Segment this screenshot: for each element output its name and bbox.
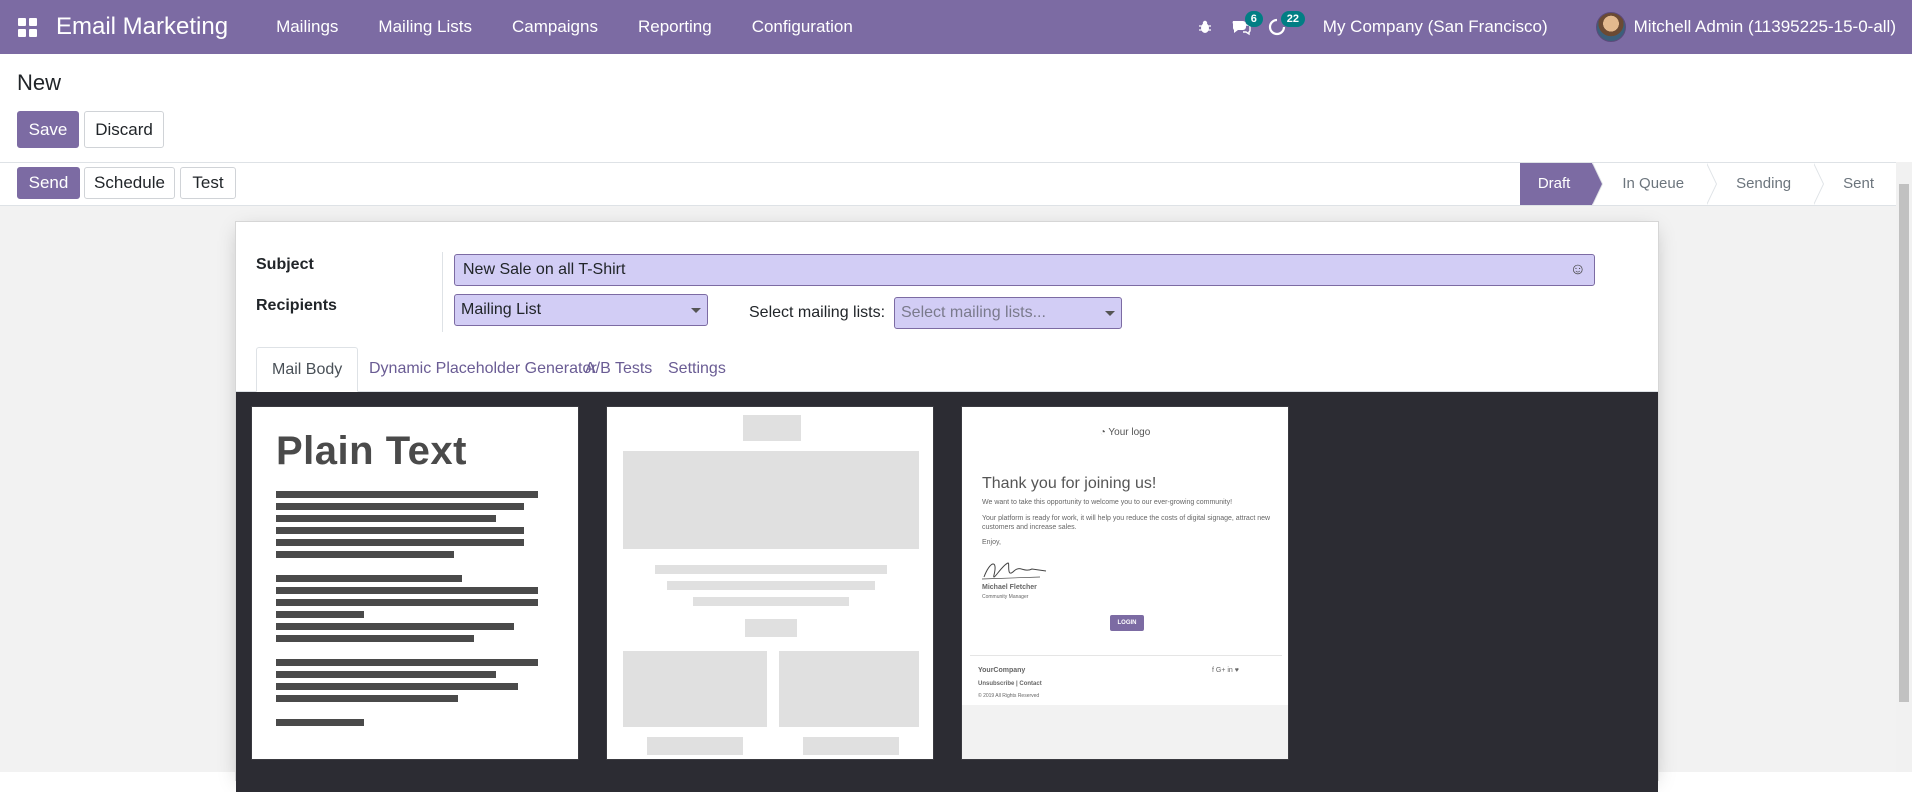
template-company: YourCompany	[978, 667, 1026, 674]
template-plain-text[interactable]: Plain Text	[251, 406, 579, 760]
field-separator	[442, 252, 443, 332]
template-copyright: © 2019 All Rights Reserved	[978, 693, 1040, 699]
page-title: New	[17, 70, 62, 95]
tab-settings[interactable]: Settings	[653, 347, 741, 392]
template-enjoy: Enjoy,	[982, 539, 1001, 546]
main-navbar: Email Marketing Mailings Mailing Lists C…	[0, 0, 1912, 54]
menu-mailings[interactable]: Mailings	[256, 0, 358, 54]
template-footer: YourCompany f G+ in ♥ Unsubscribe | Cont…	[970, 655, 1282, 705]
test-button[interactable]: Test	[180, 167, 236, 199]
user-menu[interactable]: Mitchell Admin (11395225-15-0-all)	[1595, 12, 1896, 42]
menu-mailing-lists[interactable]: Mailing Lists	[358, 0, 492, 54]
stage-in-queue[interactable]: In Queue	[1592, 163, 1717, 205]
scrollbar-thumb[interactable]	[1899, 184, 1909, 702]
notebook-tabs: Mail Body Dynamic Placeholder Generator …	[236, 347, 1658, 392]
menu-reporting[interactable]: Reporting	[618, 0, 732, 54]
company-switcher[interactable]: My Company (San Francisco)	[1323, 17, 1548, 37]
subject-label: Subject	[256, 256, 314, 273]
mail-body-editor: Plain Text ◔ Your logo Thank you for joi…	[236, 392, 1658, 792]
tab-mail-body[interactable]: Mail Body	[256, 347, 359, 392]
mailing-lists-placeholder: Select mailing lists...	[901, 304, 1046, 321]
systray: 6 22 My Company (San Francisco) Mitchell…	[1187, 0, 1912, 54]
template-signer: Michael Fletcher	[982, 584, 1037, 591]
signature-icon	[981, 562, 1047, 580]
messages-icon[interactable]: 6	[1223, 0, 1263, 54]
stage-sending[interactable]: Sending	[1706, 163, 1825, 205]
recipients-value: Mailing List	[461, 301, 542, 318]
template-welcome[interactable]: ◔ Your logo Thank you for joining us! We…	[961, 406, 1289, 760]
stage-draft[interactable]: Draft	[1519, 163, 1603, 205]
emoji-icon[interactable]: ☺	[1570, 261, 1586, 279]
menu-configuration[interactable]: Configuration	[732, 0, 873, 54]
template-line1: We want to take this opportunity to welc…	[982, 499, 1233, 506]
template-heading: Thank you for joining us!	[982, 475, 1157, 492]
top-menu: Mailings Mailing Lists Campaigns Reporti…	[256, 0, 873, 54]
discard-button[interactable]: Discard	[84, 111, 164, 148]
recipients-select[interactable]: Mailing List	[454, 294, 708, 326]
template-plain-text-title: Plain Text	[276, 429, 467, 473]
chevron-down-icon	[691, 307, 701, 313]
activities-icon[interactable]: 22	[1259, 0, 1306, 54]
send-button[interactable]: Send	[17, 167, 80, 199]
mailing-lists-label: Select mailing lists:	[749, 304, 886, 321]
form-statusbar: Send Schedule Test Draft In Queue Sendin…	[0, 162, 1896, 206]
menu-campaigns[interactable]: Campaigns	[492, 0, 618, 54]
avatar	[1595, 12, 1626, 42]
bug-icon[interactable]	[1187, 0, 1223, 54]
template-social-icons: f G+ in ♥	[1212, 667, 1239, 674]
template-signer-role: Community Manager	[982, 594, 1029, 600]
user-name: Mitchell Admin (11395225-15-0-all)	[1633, 17, 1896, 36]
mailing-lists-input[interactable]: Select mailing lists...	[894, 297, 1122, 329]
activities-badge: 22	[1280, 11, 1306, 27]
save-button[interactable]: Save	[17, 111, 79, 148]
schedule-button[interactable]: Schedule	[84, 167, 175, 199]
template-logo: ◔ Your logo	[1099, 427, 1151, 438]
stage-pipeline: Draft In Queue Sending Sent	[1519, 163, 1896, 205]
apps-menu-icon[interactable]	[0, 0, 54, 54]
recipients-label: Recipients	[256, 297, 337, 314]
subject-input[interactable]: New Sale on all T-Shirt ☺	[454, 254, 1595, 286]
template-line2: Your platform is ready for work, it will…	[982, 515, 1271, 531]
app-name[interactable]: Email Marketing	[56, 13, 228, 41]
template-links: Unsubscribe | Contact	[978, 681, 1042, 687]
template-login-button: LOGIN	[1110, 615, 1144, 631]
page-scrollbar[interactable]	[1896, 162, 1912, 772]
stage-sent[interactable]: Sent	[1813, 163, 1896, 205]
template-layout[interactable]	[606, 406, 934, 760]
form-sheet: Subject Recipients New Sale on all T-Shi…	[235, 221, 1659, 792]
subject-value: New Sale on all T-Shirt	[463, 261, 626, 278]
chevron-down-icon	[1105, 310, 1115, 316]
